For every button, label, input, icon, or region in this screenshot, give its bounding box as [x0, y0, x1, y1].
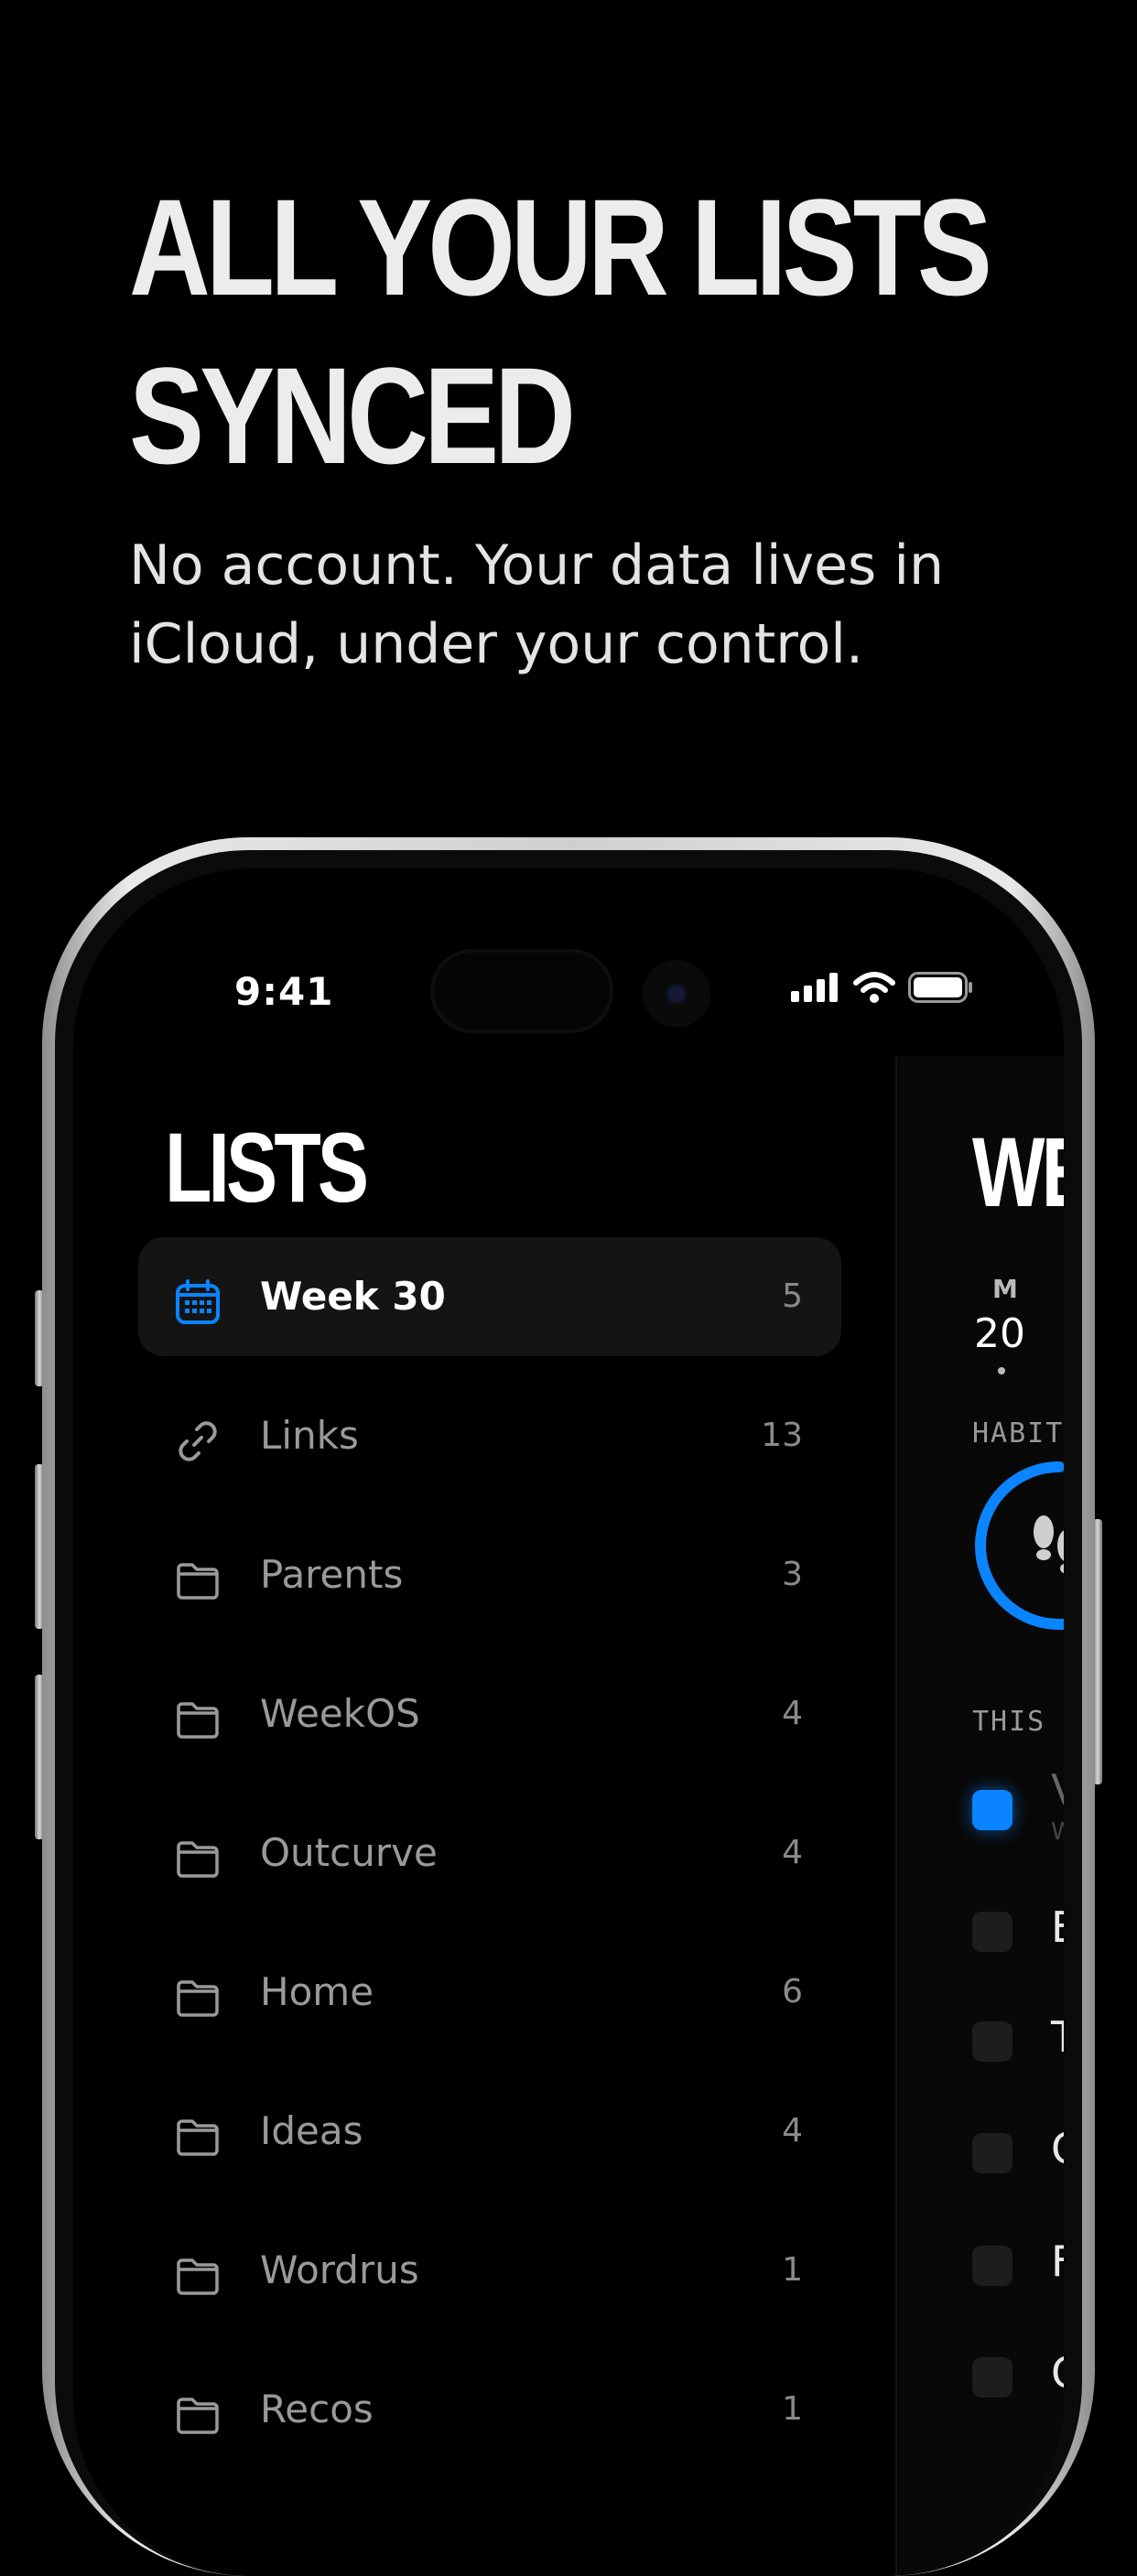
task-checkbox[interactable]	[972, 2133, 1012, 2173]
list-item-label: Links	[260, 1413, 359, 1458]
list-item-recos[interactable]: Recos 1	[138, 2350, 841, 2469]
list-item-count: 3	[782, 1556, 803, 1593]
habit-ring[interactable]	[972, 1459, 1064, 1633]
list-item-count: 4	[782, 1834, 803, 1871]
sidebar-title: LISTS	[165, 1112, 369, 1223]
folder-icon	[177, 1980, 219, 2017]
link-icon	[179, 1421, 217, 1461]
task-title: E	[1051, 1902, 1064, 1952]
folder-icon	[177, 1563, 219, 1600]
list-item-label: Recos	[260, 2387, 374, 2431]
task-title: F	[1051, 2236, 1064, 2286]
day-date[interactable]: 20	[974, 1310, 1025, 1357]
phone-screen: 9:41 LISTS Week 30 5 Links 13 Parents 3 …	[73, 868, 1064, 2576]
list-item-wordrus[interactable]: Wordrus 1	[138, 2211, 841, 2330]
task-subtitle: W	[1051, 1818, 1064, 1846]
task-title: V	[1051, 1765, 1064, 1815]
battery-icon	[908, 972, 972, 1003]
calendar-icon	[176, 1279, 220, 1324]
task-title: C	[1051, 2348, 1064, 2398]
list-item-count: 13	[761, 1417, 803, 1454]
detail-title: WE	[972, 1116, 1064, 1227]
list-item-label: Outcurve	[260, 1830, 438, 1875]
this-week-section-label: THIS W	[972, 1706, 1064, 1738]
subheadline: No account. Your data lives in iCloud, u…	[129, 526, 1045, 684]
lists-list: Week 30 5 Links 13 Parents 3 WeekOS 4 Ou…	[138, 1237, 841, 2489]
task-title: T	[1051, 2012, 1064, 2062]
list-item-outcurve[interactable]: Outcurve 4	[138, 1794, 841, 1913]
weekday-label: M	[992, 1274, 1018, 1304]
today-indicator	[998, 1367, 1005, 1374]
phone-bezel: 9:41 LISTS Week 30 5 Links 13 Parents 3 …	[55, 850, 1082, 2576]
task-title: C	[1051, 2124, 1064, 2173]
lists-sidebar: LISTS Week 30 5 Links 13 Parents 3 WeekO…	[73, 868, 895, 2576]
list-item-home[interactable]: Home 6	[138, 1933, 841, 2052]
list-item-label: Week 30	[260, 1274, 446, 1319]
headline: ALL YOUR LISTS SYNCED	[129, 163, 992, 500]
week-detail-panel: WE M 20 HABITS THIS W V	[895, 1056, 1064, 2576]
task-checkbox[interactable]	[972, 2021, 1012, 2062]
headline-line-2: SYNCED	[129, 339, 576, 492]
list-item-count: 4	[782, 1695, 803, 1732]
list-item-ideas[interactable]: Ideas 4	[138, 2072, 841, 2191]
subheadline-line-2: iCloud, under your control.	[129, 612, 864, 676]
list-item-week-30[interactable]: Week 30 5	[138, 1237, 841, 1356]
list-item-links[interactable]: Links 13	[138, 1376, 841, 1495]
folder-icon	[177, 1841, 219, 1878]
folder-icon	[177, 2398, 219, 2434]
list-item-count: 5	[782, 1277, 803, 1315]
folder-icon	[177, 2258, 219, 2295]
subheadline-line-1: No account. Your data lives in	[129, 534, 945, 598]
headline-line-1: ALL YOUR LISTS	[129, 170, 992, 324]
folder-icon	[177, 1702, 219, 1739]
task-checkbox[interactable]	[972, 1912, 1012, 1952]
list-item-count: 4	[782, 2112, 803, 2150]
list-item-weekos[interactable]: WeekOS 4	[138, 1654, 841, 1773]
task-checkbox[interactable]	[972, 1790, 1012, 1830]
list-item-label: WeekOS	[260, 1691, 420, 1736]
list-item-label: Parents	[260, 1552, 404, 1597]
list-item-count: 6	[782, 1973, 803, 2010]
list-item-label: Wordrus	[260, 2247, 419, 2292]
phone-frame: 9:41 LISTS Week 30 5 Links 13 Parents 3 …	[42, 837, 1095, 2576]
habits-section-label: HABITS	[972, 1417, 1064, 1450]
folder-icon	[177, 2119, 219, 2156]
task-checkbox[interactable]	[972, 2246, 1012, 2286]
list-item-parents[interactable]: Parents 3	[138, 1515, 841, 1634]
list-item-count: 1	[782, 2390, 803, 2428]
list-item-count: 1	[782, 2251, 803, 2289]
footsteps-icon	[1034, 1515, 1064, 1574]
task-checkbox[interactable]	[972, 2357, 1012, 2398]
list-item-label: Home	[260, 1969, 374, 2014]
list-item-label: Ideas	[260, 2108, 363, 2153]
